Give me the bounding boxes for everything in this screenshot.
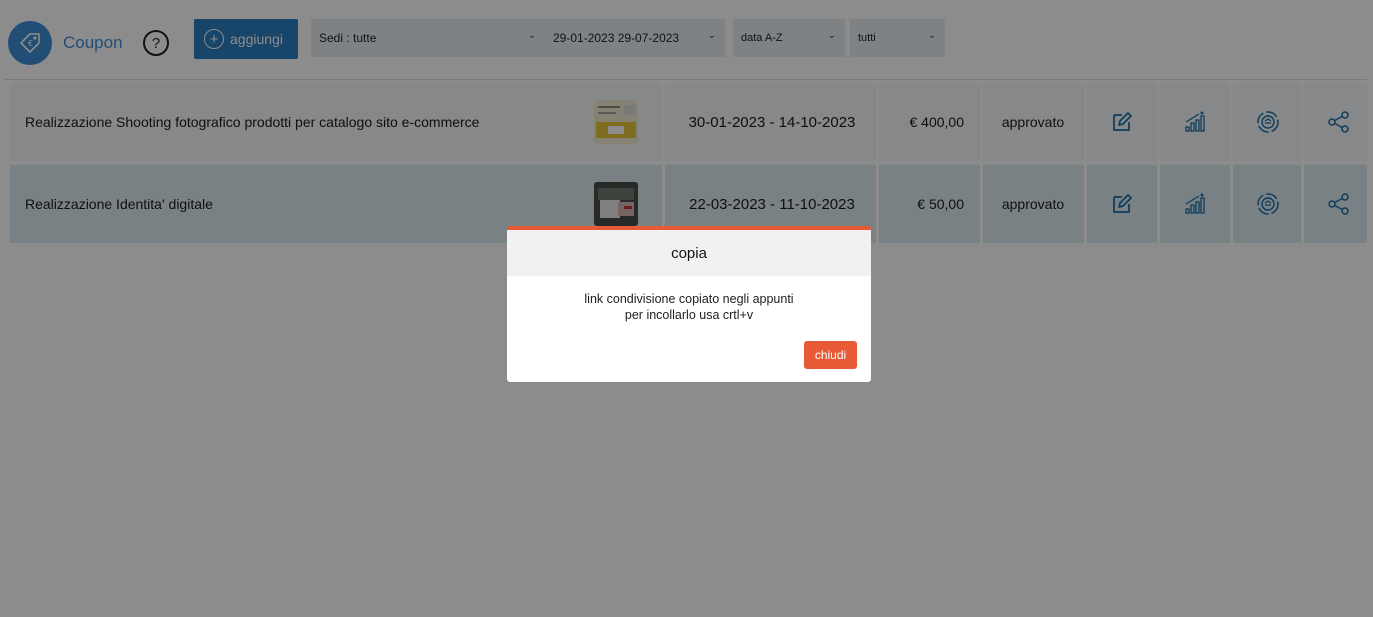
close-button[interactable]: chiudi bbox=[804, 341, 857, 369]
copy-dialog: copia link condivisione copiato negli ap… bbox=[507, 226, 871, 382]
dialog-message-line2: per incollarlo usa crtl+v bbox=[624, 308, 754, 322]
dialog-message: link condivisione copiato negli appunti … bbox=[507, 276, 871, 323]
dialog-message-line1: link condivisione copiato negli appunti bbox=[584, 292, 794, 306]
dialog-title: copia bbox=[507, 230, 871, 276]
